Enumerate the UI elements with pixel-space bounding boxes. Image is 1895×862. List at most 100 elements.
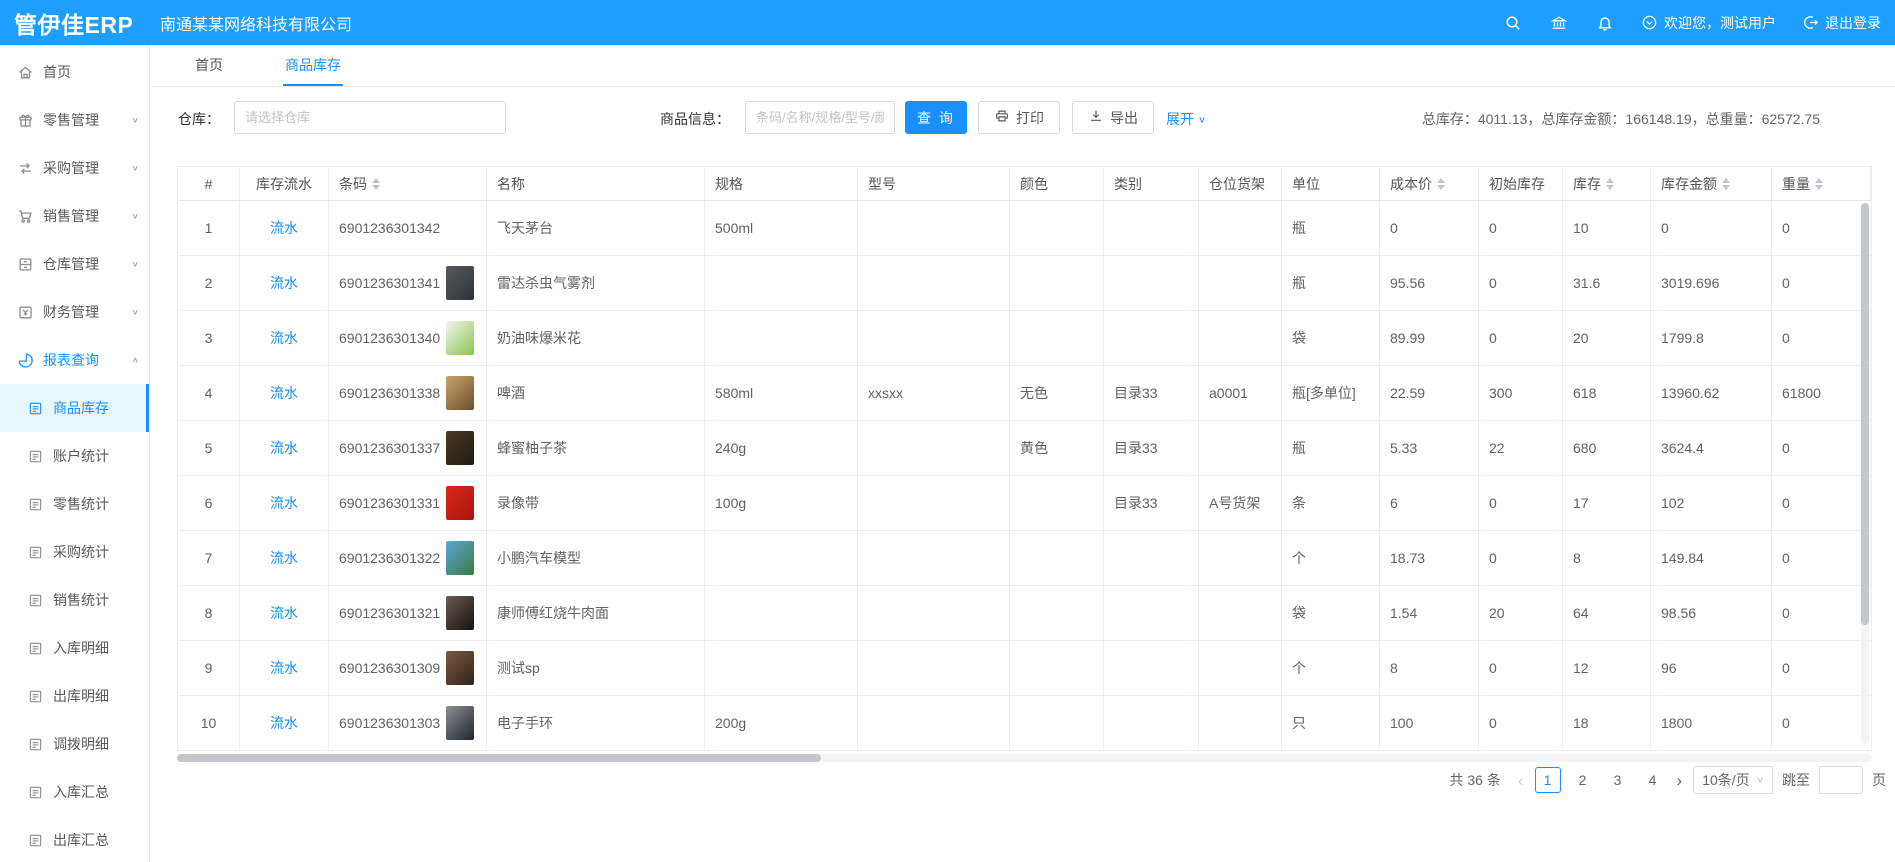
barcode-cell: 6901236301303 bbox=[329, 696, 487, 750]
warehouse-input[interactable] bbox=[234, 101, 506, 134]
page-size-select[interactable]: 10条/页 ∨ bbox=[1693, 766, 1773, 794]
sidebar-subitem[interactable]: 账户统计 bbox=[0, 432, 149, 480]
category-cell bbox=[1104, 696, 1199, 750]
sidebar-subitem[interactable]: 商品库存 bbox=[0, 384, 149, 432]
product-info-input[interactable] bbox=[745, 101, 895, 134]
sidebar-subitem[interactable]: 入库明细 bbox=[0, 624, 149, 672]
table-row: 1 流水 6901236301342 飞天茅台 500ml 瓶 0 0 10 0… bbox=[178, 201, 1871, 256]
sidebar-subitem[interactable]: 零售统计 bbox=[0, 480, 149, 528]
sidebar-subitem[interactable]: 销售统计 bbox=[0, 576, 149, 624]
sidebar-item[interactable]: 仓库管理 ∨ bbox=[0, 240, 149, 288]
search-button[interactable]: 查 询 bbox=[905, 101, 967, 134]
stock-flow-link[interactable]: 流水 bbox=[270, 493, 298, 513]
init-stock-cell: 0 bbox=[1479, 311, 1563, 365]
sidebar-subitem[interactable]: 出库汇总 bbox=[0, 816, 149, 862]
stock-flow-link[interactable]: 流水 bbox=[270, 603, 298, 623]
category-cell bbox=[1104, 256, 1199, 310]
stock-flow-link[interactable]: 流水 bbox=[270, 713, 298, 733]
model-cell bbox=[858, 311, 1010, 365]
page-number[interactable]: 2 bbox=[1570, 767, 1596, 793]
sidebar-subitem[interactable]: 采购统计 bbox=[0, 528, 149, 576]
welcome-user[interactable]: 欢迎您，测试用户 bbox=[1641, 13, 1776, 33]
cost-cell: 0 bbox=[1380, 201, 1479, 255]
vertical-scrollbar[interactable] bbox=[1861, 203, 1869, 744]
unit-cell: 瓶[多单位] bbox=[1282, 366, 1380, 420]
table-body: 1 流水 6901236301342 飞天茅台 500ml 瓶 0 0 10 0… bbox=[178, 201, 1871, 751]
sidebar-item[interactable]: 报表查询 ∧ bbox=[0, 336, 149, 384]
shelf-cell: A号货架 bbox=[1199, 476, 1282, 530]
topbar: 管伊佳ERP 南通某某网络科技有限公司 欢迎您，测试用户 退出登录 bbox=[0, 0, 1895, 45]
jump-page-input[interactable] bbox=[1819, 766, 1863, 794]
page-number[interactable]: 4 bbox=[1640, 767, 1666, 793]
sort-icon[interactable] bbox=[1722, 178, 1730, 190]
stock-cell: 20 bbox=[1563, 311, 1651, 365]
stock-flow-link[interactable]: 流水 bbox=[270, 383, 298, 403]
bell-icon[interactable] bbox=[1595, 13, 1615, 33]
sidebar-item-label: 零售管理 bbox=[43, 110, 99, 130]
stock-cell: 12 bbox=[1563, 641, 1651, 695]
sidebar-item[interactable]: 销售管理 ∨ bbox=[0, 192, 149, 240]
print-button[interactable]: 打印 bbox=[978, 101, 1060, 134]
expand-toggle[interactable]: 展开 ∨ bbox=[1166, 109, 1206, 129]
page-suffix-label: 页 bbox=[1872, 770, 1886, 790]
sidebar-item[interactable]: 财务管理 ∨ bbox=[0, 288, 149, 336]
page-number[interactable]: 1 bbox=[1535, 767, 1561, 793]
tab[interactable]: 商品库存 bbox=[283, 45, 343, 86]
sidebar-item-label: 报表查询 bbox=[43, 350, 99, 370]
color-cell bbox=[1010, 586, 1104, 640]
row-index: 6 bbox=[178, 476, 240, 530]
row-index: 10 bbox=[178, 696, 240, 750]
sort-icon[interactable] bbox=[372, 178, 380, 190]
sort-icon[interactable] bbox=[1606, 178, 1614, 190]
next-page-icon[interactable]: › bbox=[1675, 772, 1685, 789]
sort-icon[interactable] bbox=[1815, 178, 1823, 190]
stock-flow-link[interactable]: 流水 bbox=[270, 438, 298, 458]
sidebar-subitem[interactable]: 入库汇总 bbox=[0, 768, 149, 816]
sidebar-subitem[interactable]: 调拨明细 bbox=[0, 720, 149, 768]
stock-flow-link[interactable]: 流水 bbox=[270, 273, 298, 293]
barcode-cell: 6901236301342 bbox=[329, 201, 487, 255]
model-cell: xxsxx bbox=[858, 366, 1010, 420]
total-count: 共 36 条 bbox=[1450, 770, 1501, 790]
sidebar-subitem-label: 调拨明细 bbox=[53, 734, 109, 754]
sidebar-item-label: 销售管理 bbox=[43, 206, 99, 226]
color-cell: 无色 bbox=[1010, 366, 1104, 420]
stock-flow-link[interactable]: 流水 bbox=[270, 548, 298, 568]
chevron-icon: ∨ bbox=[132, 116, 139, 125]
tab[interactable]: 首页 bbox=[193, 45, 225, 86]
table-row: 7 流水 6901236301322 小鹏汽车模型 个 18.73 0 8 14… bbox=[178, 531, 1871, 586]
column-header: 单位 bbox=[1282, 167, 1380, 200]
search-icon[interactable] bbox=[1503, 13, 1523, 33]
sidebar-item[interactable]: 首页 bbox=[0, 48, 149, 96]
stock-flow-link[interactable]: 流水 bbox=[270, 328, 298, 348]
barcode-cell: 6901236301338 bbox=[329, 366, 487, 420]
amount-cell: 13960.62 bbox=[1651, 366, 1772, 420]
prev-page-icon[interactable]: ‹ bbox=[1516, 772, 1526, 789]
stock-flow-link[interactable]: 流水 bbox=[270, 218, 298, 238]
printer-icon bbox=[994, 108, 1010, 127]
weight-cell: 0 bbox=[1772, 586, 1871, 640]
spec-cell bbox=[705, 256, 858, 310]
horizontal-scrollbar[interactable] bbox=[177, 754, 1872, 762]
sidebar-subitem[interactable]: 出库明细 bbox=[0, 672, 149, 720]
stock-flow-link[interactable]: 流水 bbox=[270, 658, 298, 678]
column-header: 条码 bbox=[329, 167, 487, 200]
sidebar-item[interactable]: 零售管理 ∨ bbox=[0, 96, 149, 144]
logout-button[interactable]: 退出登录 bbox=[1802, 13, 1881, 33]
init-stock-cell: 0 bbox=[1479, 201, 1563, 255]
export-button[interactable]: 导出 bbox=[1072, 101, 1154, 134]
shelf-cell bbox=[1199, 586, 1282, 640]
page-number[interactable]: 3 bbox=[1605, 767, 1631, 793]
sort-icon[interactable] bbox=[1437, 178, 1445, 190]
row-index: 8 bbox=[178, 586, 240, 640]
category-cell: 目录33 bbox=[1104, 421, 1199, 475]
sidebar-subitem-label: 零售统计 bbox=[53, 494, 109, 514]
sidebar-item[interactable]: 采购管理 ∨ bbox=[0, 144, 149, 192]
model-cell bbox=[858, 586, 1010, 640]
column-header: 库存 bbox=[1563, 167, 1651, 200]
shelf-cell bbox=[1199, 696, 1282, 750]
sidebar-item-label: 首页 bbox=[43, 62, 71, 82]
init-stock-cell: 0 bbox=[1479, 696, 1563, 750]
bank-icon[interactable] bbox=[1549, 13, 1569, 33]
spec-cell: 100g bbox=[705, 476, 858, 530]
